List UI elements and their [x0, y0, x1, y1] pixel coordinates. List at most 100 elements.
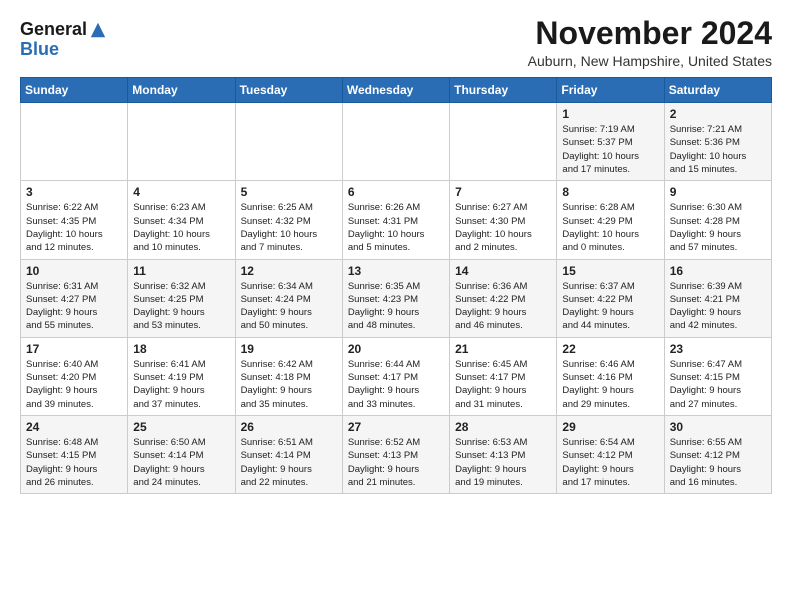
day-info: Sunrise: 6:55 AMSunset: 4:12 PMDaylight:… [670, 436, 766, 489]
day-number: 6 [348, 185, 444, 199]
cell-w1d2: 5Sunrise: 6:25 AMSunset: 4:32 PMDaylight… [235, 181, 342, 259]
day-number: 8 [562, 185, 658, 199]
cell-w0d0 [21, 103, 128, 181]
day-number: 16 [670, 264, 766, 278]
cell-w4d2: 26 Sunrise: 6:51 AMSunset: 4:14 PMDayligh… [235, 415, 342, 493]
day-info: Sunrise: 7:21 AMSunset: 5:36 PMDaylight:… [670, 123, 766, 176]
day-info: Sunrise: 6:36 AMSunset: 4:22 PMDaylight:… [455, 280, 551, 333]
col-sunday: Sunday [21, 78, 128, 103]
day-info: Sunrise: 6:26 AMSunset: 4:31 PMDaylight:… [348, 201, 444, 254]
day-number: 1 [562, 107, 658, 121]
cell-w4d5: 29 Sunrise: 6:54 AMSunset: 4:12 PMDayligh… [557, 415, 664, 493]
day-number: 30 [670, 420, 766, 434]
cell-w2d3: 13Sunrise: 6:35 AMSunset: 4:23 PMDayligh… [342, 259, 449, 337]
day-info: Sunrise: 6:23 AMSunset: 4:34 PMDaylight:… [133, 201, 229, 254]
cell-w2d1: 11 Sunrise: 6:32 AMSunset: 4:25 PMDayligh… [128, 259, 235, 337]
cell-w1d4: 7 Sunrise: 6:27 AMSunset: 4:30 PMDaylight… [450, 181, 557, 259]
page: General Blue November 2024 Auburn, New H… [0, 0, 792, 504]
day-number: 17 [26, 342, 122, 356]
day-number: 25 [133, 420, 229, 434]
day-number: 12 [241, 264, 337, 278]
cell-w2d5: 15Sunrise: 6:37 AMSunset: 4:22 PMDayligh… [557, 259, 664, 337]
day-number: 24 [26, 420, 122, 434]
day-info: Sunrise: 6:46 AMSunset: 4:16 PMDaylight:… [562, 358, 658, 411]
logo: General Blue [20, 20, 107, 60]
calendar-header: Sunday Monday Tuesday Wednesday Thursday… [21, 78, 772, 103]
cell-w3d6: 23 Sunrise: 6:47 AMSunset: 4:15 PMDayligh… [664, 337, 771, 415]
day-number: 2 [670, 107, 766, 121]
cell-w3d1: 18Sunrise: 6:41 AMSunset: 4:19 PMDayligh… [128, 337, 235, 415]
cell-w3d5: 22 Sunrise: 6:46 AMSunset: 4:16 PMDayligh… [557, 337, 664, 415]
cell-w4d6: 30 Sunrise: 6:55 AMSunset: 4:12 PMDayligh… [664, 415, 771, 493]
logo-text-line2: Blue [20, 40, 59, 60]
day-info: Sunrise: 6:27 AMSunset: 4:30 PMDaylight:… [455, 201, 551, 254]
cell-w1d3: 6 Sunrise: 6:26 AMSunset: 4:31 PMDaylight… [342, 181, 449, 259]
day-info: Sunrise: 6:28 AMSunset: 4:29 PMDaylight:… [562, 201, 658, 254]
day-info: Sunrise: 6:47 AMSunset: 4:15 PMDaylight:… [670, 358, 766, 411]
day-info: Sunrise: 6:51 AMSunset: 4:14 PMDaylight:… [241, 436, 337, 489]
cell-w0d5: 1Sunrise: 7:19 AMSunset: 5:37 PMDaylight… [557, 103, 664, 181]
cell-w1d1: 4Sunrise: 6:23 AMSunset: 4:34 PMDaylight… [128, 181, 235, 259]
day-info: Sunrise: 6:31 AMSunset: 4:27 PMDaylight:… [26, 280, 122, 333]
day-number: 10 [26, 264, 122, 278]
day-number: 14 [455, 264, 551, 278]
title-block: November 2024 Auburn, New Hampshire, Uni… [528, 16, 772, 69]
cell-w1d5: 8 Sunrise: 6:28 AMSunset: 4:29 PMDaylight… [557, 181, 664, 259]
col-wednesday: Wednesday [342, 78, 449, 103]
month-title: November 2024 [528, 16, 772, 51]
cell-w1d0: 3 Sunrise: 6:22 AMSunset: 4:35 PMDaylight… [21, 181, 128, 259]
week-row-0: 1Sunrise: 7:19 AMSunset: 5:37 PMDaylight… [21, 103, 772, 181]
col-friday: Friday [557, 78, 664, 103]
day-info: Sunrise: 6:40 AMSunset: 4:20 PMDaylight:… [26, 358, 122, 411]
week-row-1: 3 Sunrise: 6:22 AMSunset: 4:35 PMDaylight… [21, 181, 772, 259]
day-info: Sunrise: 6:50 AMSunset: 4:14 PMDaylight:… [133, 436, 229, 489]
cell-w3d3: 20Sunrise: 6:44 AMSunset: 4:17 PMDayligh… [342, 337, 449, 415]
header: General Blue November 2024 Auburn, New H… [20, 16, 772, 69]
day-number: 15 [562, 264, 658, 278]
day-number: 23 [670, 342, 766, 356]
day-info: Sunrise: 6:44 AMSunset: 4:17 PMDaylight:… [348, 358, 444, 411]
day-number: 5 [241, 185, 337, 199]
logo-icon [89, 21, 107, 39]
col-monday: Monday [128, 78, 235, 103]
day-number: 3 [26, 185, 122, 199]
cell-w2d2: 12 Sunrise: 6:34 AMSunset: 4:24 PMDayligh… [235, 259, 342, 337]
cell-w2d6: 16 Sunrise: 6:39 AMSunset: 4:21 PMDayligh… [664, 259, 771, 337]
day-info: Sunrise: 6:30 AMSunset: 4:28 PMDaylight:… [670, 201, 766, 254]
location: Auburn, New Hampshire, United States [528, 53, 772, 69]
week-row-2: 10 Sunrise: 6:31 AMSunset: 4:27 PMDayligh… [21, 259, 772, 337]
cell-w4d0: 24 Sunrise: 6:48 AMSunset: 4:15 PMDayligh… [21, 415, 128, 493]
day-info: Sunrise: 6:45 AMSunset: 4:17 PMDaylight:… [455, 358, 551, 411]
header-row: Sunday Monday Tuesday Wednesday Thursday… [21, 78, 772, 103]
day-info: Sunrise: 6:53 AMSunset: 4:13 PMDaylight:… [455, 436, 551, 489]
day-info: Sunrise: 6:48 AMSunset: 4:15 PMDaylight:… [26, 436, 122, 489]
day-number: 9 [670, 185, 766, 199]
col-tuesday: Tuesday [235, 78, 342, 103]
day-number: 11 [133, 264, 229, 278]
day-info: Sunrise: 6:22 AMSunset: 4:35 PMDaylight:… [26, 201, 122, 254]
cell-w0d2 [235, 103, 342, 181]
week-row-4: 24 Sunrise: 6:48 AMSunset: 4:15 PMDayligh… [21, 415, 772, 493]
day-number: 27 [348, 420, 444, 434]
day-number: 26 [241, 420, 337, 434]
day-info: Sunrise: 6:39 AMSunset: 4:21 PMDaylight:… [670, 280, 766, 333]
cell-w0d3 [342, 103, 449, 181]
day-info: Sunrise: 6:41 AMSunset: 4:19 PMDaylight:… [133, 358, 229, 411]
day-info: Sunrise: 6:34 AMSunset: 4:24 PMDaylight:… [241, 280, 337, 333]
day-info: Sunrise: 6:52 AMSunset: 4:13 PMDaylight:… [348, 436, 444, 489]
cell-w4d1: 25 Sunrise: 6:50 AMSunset: 4:14 PMDayligh… [128, 415, 235, 493]
day-info: Sunrise: 6:32 AMSunset: 4:25 PMDaylight:… [133, 280, 229, 333]
cell-w2d0: 10 Sunrise: 6:31 AMSunset: 4:27 PMDayligh… [21, 259, 128, 337]
col-saturday: Saturday [664, 78, 771, 103]
day-number: 22 [562, 342, 658, 356]
cell-w1d6: 9 Sunrise: 6:30 AMSunset: 4:28 PMDaylight… [664, 181, 771, 259]
cell-w3d2: 19Sunrise: 6:42 AMSunset: 4:18 PMDayligh… [235, 337, 342, 415]
day-number: 28 [455, 420, 551, 434]
cell-w3d0: 17 Sunrise: 6:40 AMSunset: 4:20 PMDayligh… [21, 337, 128, 415]
day-number: 13 [348, 264, 444, 278]
day-info: Sunrise: 6:54 AMSunset: 4:12 PMDaylight:… [562, 436, 658, 489]
cell-w0d1 [128, 103, 235, 181]
cell-w3d4: 21Sunrise: 6:45 AMSunset: 4:17 PMDayligh… [450, 337, 557, 415]
day-number: 7 [455, 185, 551, 199]
day-number: 29 [562, 420, 658, 434]
